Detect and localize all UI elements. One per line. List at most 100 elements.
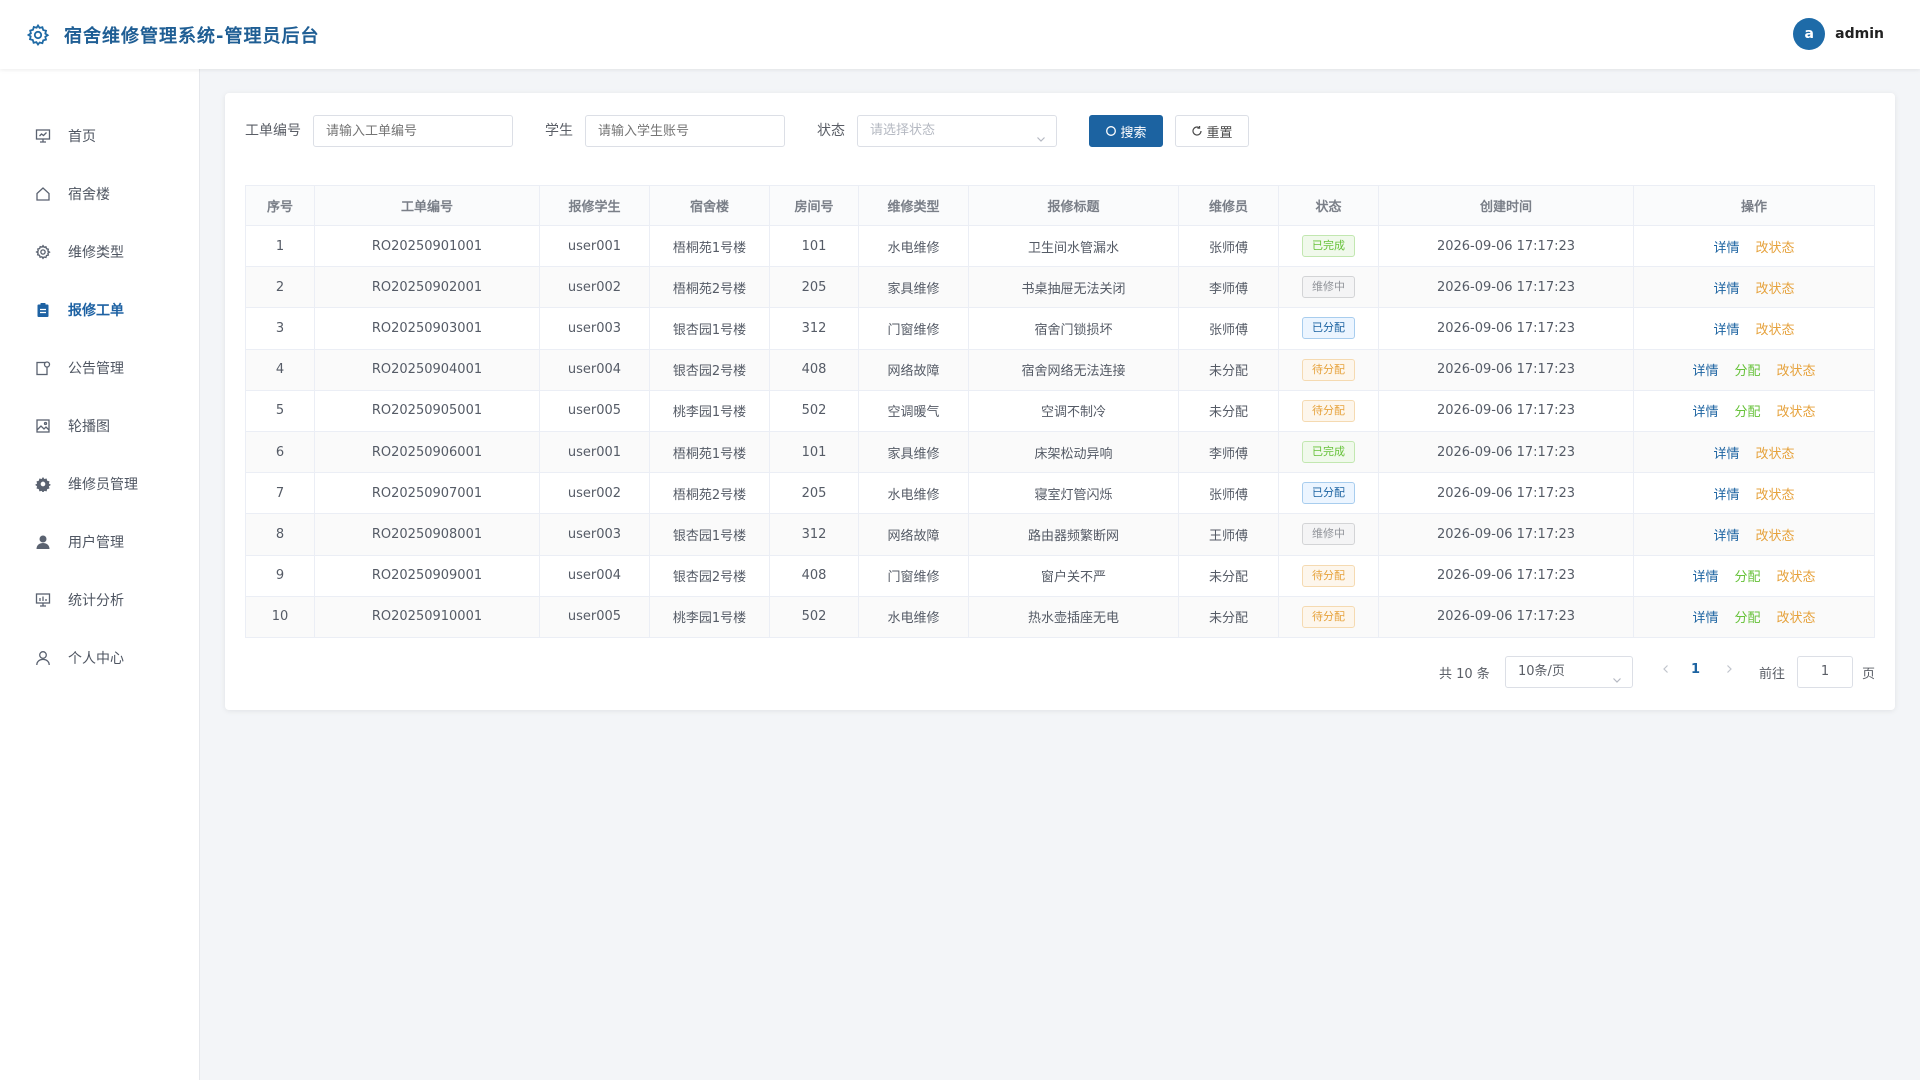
next-page-button[interactable]	[1724, 663, 1734, 678]
sidebar-item-repair-types[interactable]: 维修类型	[0, 232, 200, 272]
cell-created-time: 2026-09-06 17:17:23	[1378, 472, 1634, 515]
cell-created-time: 2026-09-06 17:17:23	[1378, 595, 1634, 638]
cell-building: 银杏园1号楼	[649, 513, 770, 556]
sidebar-item-carousel[interactable]: 轮播图	[0, 406, 200, 446]
avatar[interactable]: a	[1793, 18, 1826, 50]
status-select[interactable]: 请选择状态	[857, 115, 1057, 147]
change-status-link[interactable]: 改状态	[1756, 447, 1795, 462]
detail-link[interactable]: 详情	[1713, 447, 1739, 462]
goto-page-input[interactable]: 1	[1797, 656, 1853, 688]
assign-link[interactable]: 分配	[1734, 364, 1760, 379]
column-header: 工单编号	[314, 185, 540, 226]
cell-actions: 详情 分配 改状态	[1633, 595, 1875, 638]
goto-label: 前往	[1759, 667, 1786, 682]
detail-link[interactable]: 详情	[1713, 282, 1739, 297]
cell-created-time: 2026-09-06 17:17:23	[1378, 266, 1634, 309]
cell-status: 维修中	[1278, 266, 1379, 309]
cell-room: 101	[769, 224, 859, 268]
sidebar-item-notices[interactable]: 公告管理	[0, 348, 200, 388]
assign-link[interactable]: 分配	[1734, 611, 1760, 626]
detail-link[interactable]: 详情	[1692, 364, 1718, 379]
pagination-total: 共 10 条	[1439, 667, 1490, 682]
column-header: 序号	[245, 185, 315, 226]
sidebar-item-label: 轮播图	[68, 419, 110, 435]
change-status-link[interactable]: 改状态	[1777, 611, 1816, 626]
page-suffix-label: 页	[1862, 667, 1876, 682]
chevron-down-icon	[1612, 667, 1622, 683]
column-header: 操作	[1633, 185, 1875, 226]
cell-repair-type: 水电维修	[858, 224, 969, 268]
chevron-right-icon	[1727, 665, 1732, 673]
sidebar-item-users[interactable]: 用户管理	[0, 522, 200, 562]
cell-repair-type: 水电维修	[858, 595, 969, 638]
username[interactable]: admin	[1835, 26, 1884, 42]
page-number-current[interactable]: 1	[1691, 662, 1700, 677]
detail-link[interactable]: 详情	[1713, 323, 1739, 338]
table-body: 1 RO20250901001 user001 梧桐苑1号楼 101 水电维修 卫生间水管漏…	[245, 224, 1875, 638]
app-title: 宿舍维修管理系统-管理员后台	[64, 25, 320, 47]
change-status-link[interactable]: 改状态	[1756, 323, 1795, 338]
student-input[interactable]	[585, 115, 785, 147]
cell-room: 502	[769, 595, 859, 638]
sidebar-item-buildings[interactable]: 宿舍楼	[0, 174, 200, 214]
column-header: 报修标题	[968, 185, 1179, 226]
detail-link[interactable]: 详情	[1713, 241, 1739, 256]
assign-link[interactable]: 分配	[1734, 405, 1760, 420]
sidebar-item-statistics[interactable]: 统计分析	[0, 580, 200, 620]
column-header: 宿舍楼	[649, 185, 770, 226]
change-status-link[interactable]: 改状态	[1777, 570, 1816, 585]
cell-actions: 详情 改状态	[1633, 224, 1875, 268]
page-size-select[interactable]: 10条/页	[1505, 656, 1633, 688]
cell-order-no: RO20250910001	[314, 595, 540, 638]
order-no-label: 工单编号	[245, 123, 301, 139]
work-order-panel: 工单编号 学生 状态 请选择状态 搜索 重置 序号 工单编号 报修学生 宿舍楼 …	[225, 93, 1895, 710]
sidebar-item-profile[interactable]: 个人中心	[0, 638, 200, 678]
detail-link[interactable]: 详情	[1713, 488, 1739, 503]
reset-button[interactable]: 重置	[1175, 115, 1249, 147]
change-status-link[interactable]: 改状态	[1756, 241, 1795, 256]
user-menu[interactable]: a admin	[1793, 18, 1884, 50]
cell-actions: 详情 改状态	[1633, 513, 1875, 556]
cell-title: 宿舍网络无法连接	[968, 348, 1179, 391]
order-no-input[interactable]	[313, 115, 513, 147]
detail-link[interactable]: 详情	[1692, 570, 1718, 585]
cell-student: user004	[539, 554, 650, 597]
prev-page-button[interactable]	[1661, 663, 1671, 678]
cell-building: 银杏园2号楼	[649, 348, 770, 391]
presentation-icon	[34, 127, 52, 145]
table-row: 7 RO20250907001 user002 梧桐苑2号楼 205 水电维修 寝室灯管闪烁…	[245, 472, 1875, 515]
cell-room: 408	[769, 554, 859, 597]
cell-student: user001	[539, 224, 650, 268]
cell-index: 1	[245, 224, 315, 268]
change-status-link[interactable]: 改状态	[1756, 488, 1795, 503]
sidebar-item-home[interactable]: 首页	[0, 116, 200, 156]
cell-order-no: RO20250908001	[314, 513, 540, 556]
table-row: 2 RO20250902001 user002 梧桐苑2号楼 205 家具维修 书桌抽屉无法…	[245, 266, 1875, 309]
cell-actions: 详情 改状态	[1633, 430, 1875, 474]
assign-link[interactable]: 分配	[1734, 570, 1760, 585]
cell-actions: 详情 改状态	[1633, 307, 1875, 350]
cell-student: user005	[539, 595, 650, 638]
change-status-link[interactable]: 改状态	[1777, 405, 1816, 420]
cell-created-time: 2026-09-06 17:17:23	[1378, 389, 1634, 432]
cell-status: 已完成	[1278, 224, 1379, 268]
status-badge: 待分配	[1302, 399, 1355, 422]
change-status-link[interactable]: 改状态	[1756, 529, 1795, 544]
detail-link[interactable]: 详情	[1692, 611, 1718, 626]
detail-link[interactable]: 详情	[1713, 529, 1739, 544]
cell-title: 窗户关不严	[968, 554, 1179, 597]
change-status-link[interactable]: 改状态	[1777, 364, 1816, 379]
status-badge: 待分配	[1302, 605, 1355, 628]
cell-status: 已分配	[1278, 472, 1379, 515]
change-status-link[interactable]: 改状态	[1756, 282, 1795, 297]
detail-link[interactable]: 详情	[1692, 405, 1718, 420]
sidebar-item-work-orders[interactable]: 报修工单	[0, 290, 200, 330]
sidebar-item-workers[interactable]: 维修员管理	[0, 464, 200, 504]
cell-repair-type: 水电维修	[858, 472, 969, 515]
table-row: 9 RO20250909001 user004 银杏园2号楼 408 门窗维修 窗户关不严未…	[245, 554, 1875, 597]
search-button[interactable]: 搜索	[1089, 115, 1163, 147]
chevron-left-icon	[1663, 665, 1668, 673]
cell-student: user005	[539, 389, 650, 432]
table-row: 5 RO20250905001 user005 桃李园1号楼 502 空调暖气 空调不制冷未…	[245, 389, 1875, 432]
cell-student: user004	[539, 348, 650, 391]
